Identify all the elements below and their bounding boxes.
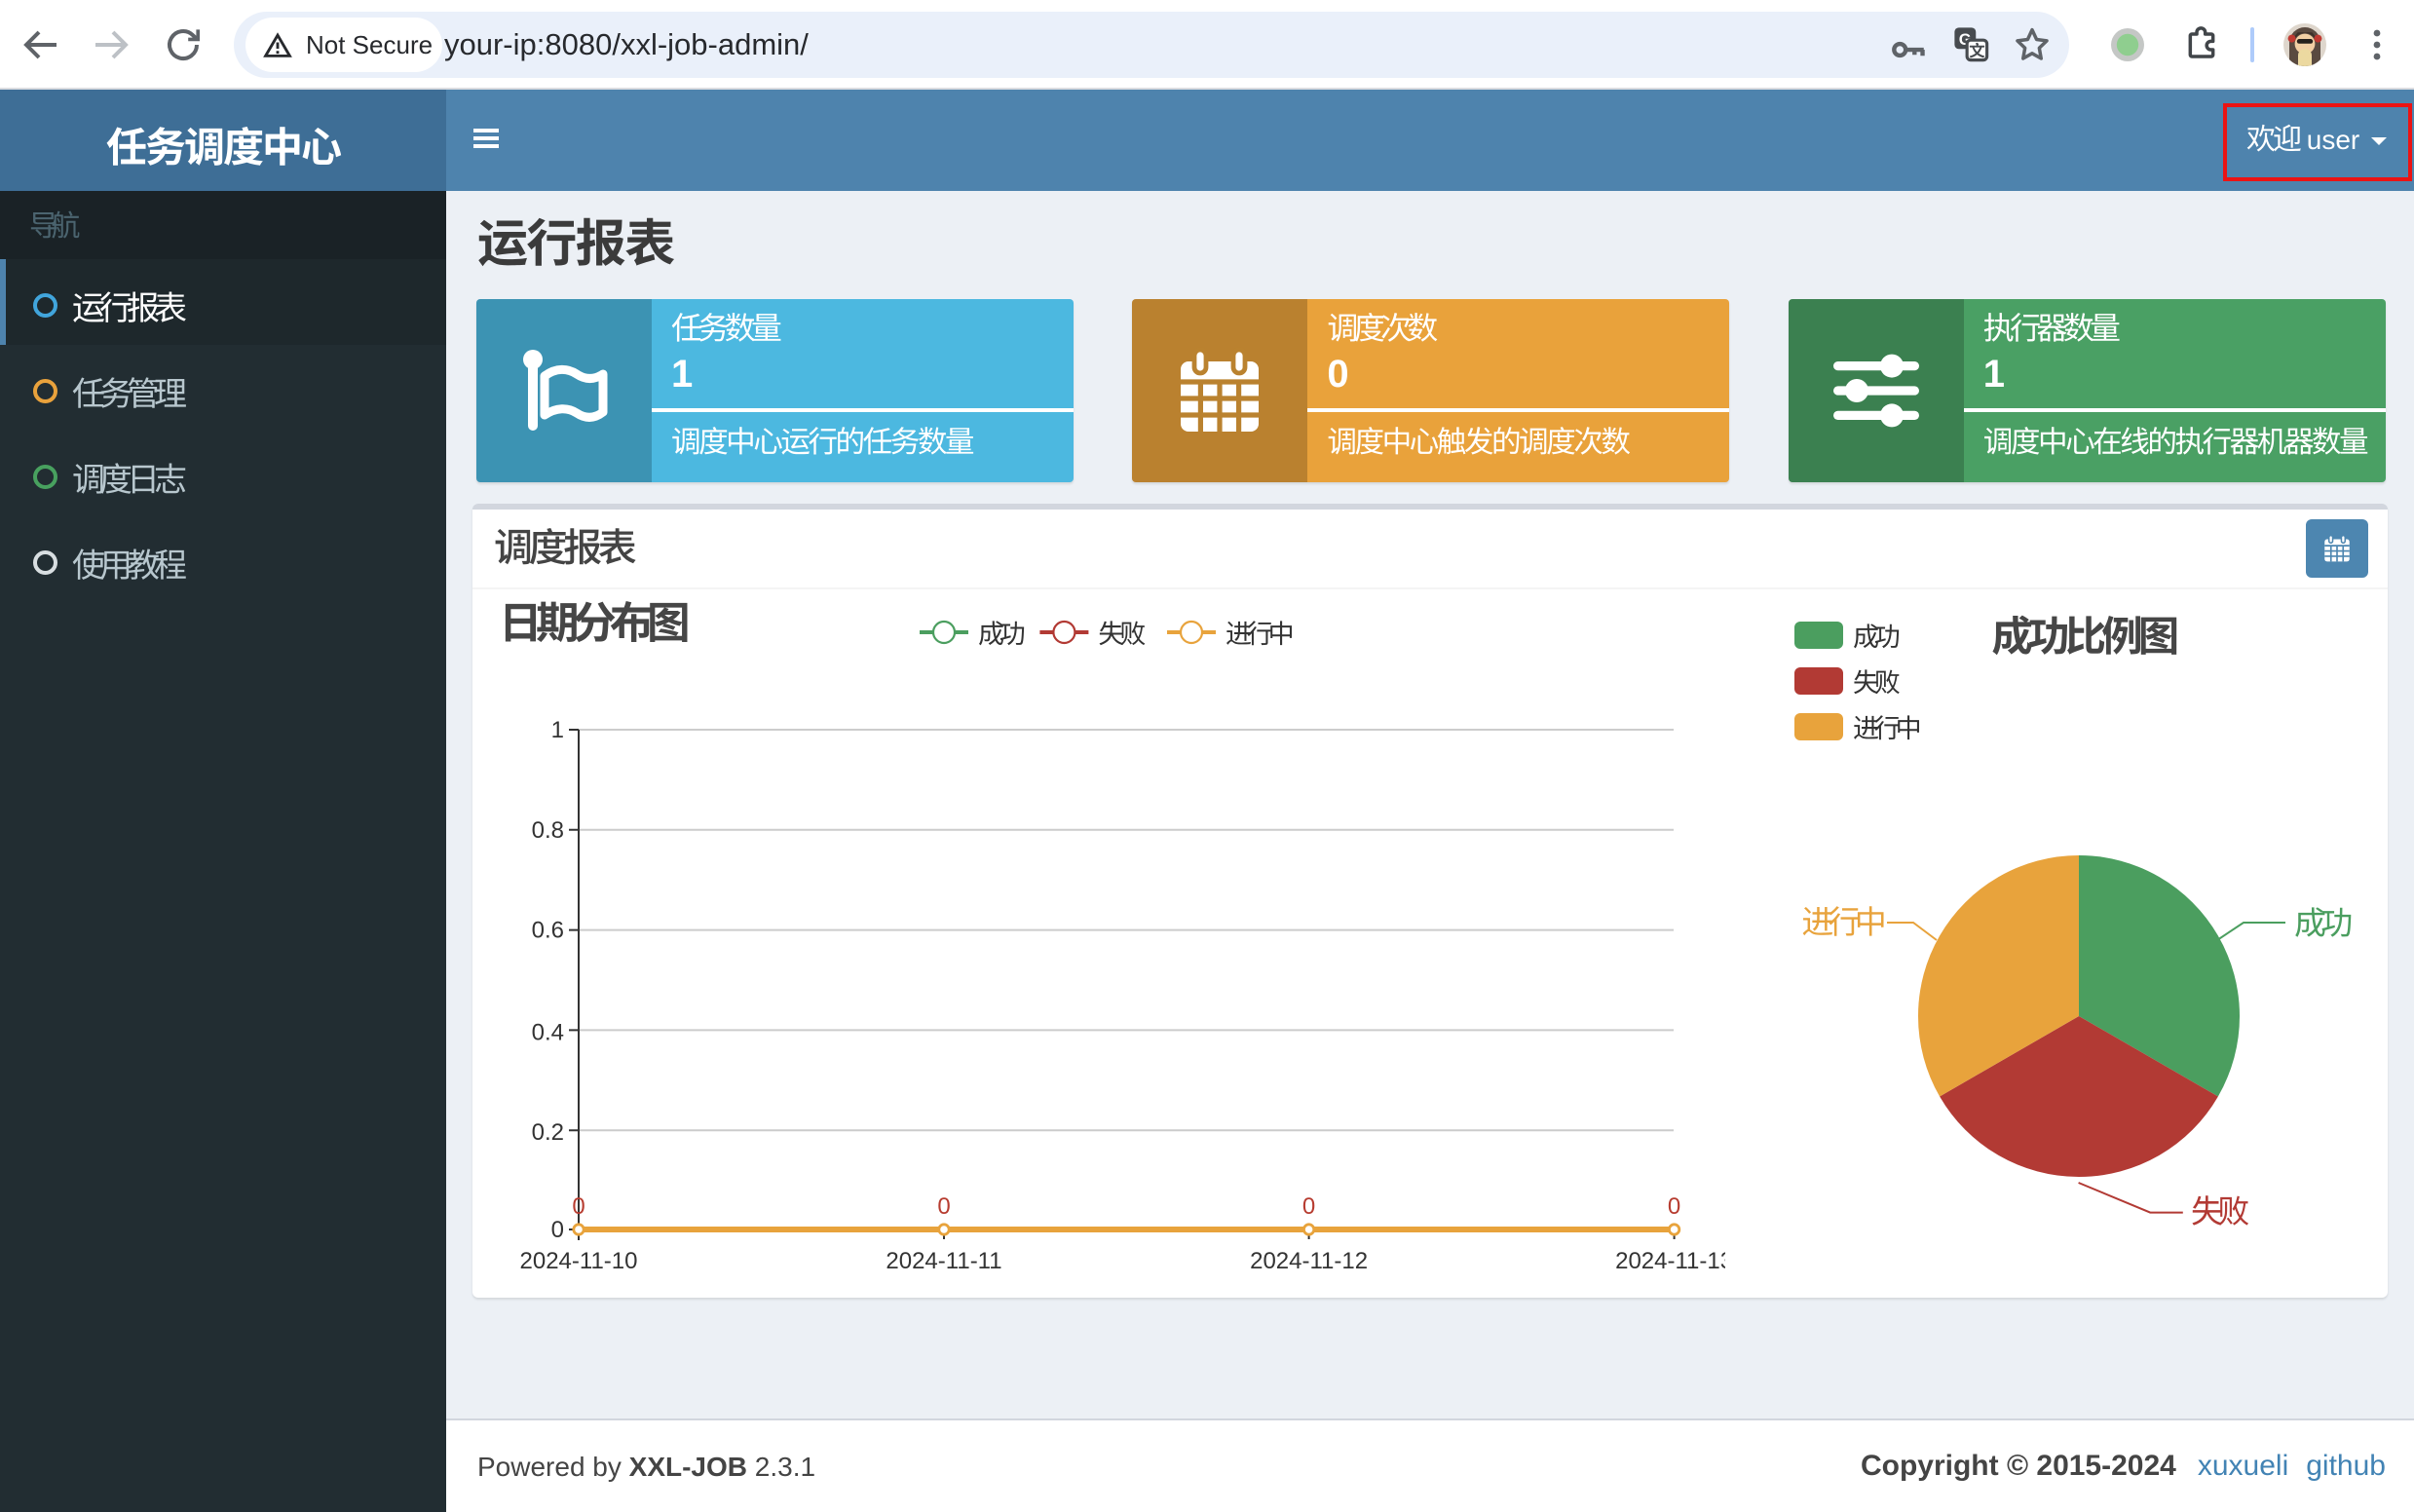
svg-text:成功: 成功 bbox=[2294, 905, 2352, 941]
svg-text:文: 文 bbox=[1969, 38, 1985, 61]
svg-text:失败: 失败 bbox=[2191, 1193, 2248, 1229]
svg-text:失败: 失败 bbox=[1098, 620, 1146, 649]
svg-text:0: 0 bbox=[1302, 1193, 1315, 1220]
svg-text:2024-11-13: 2024-11-13 bbox=[1615, 1248, 1725, 1274]
svg-text:0.8: 0.8 bbox=[532, 817, 564, 844]
svg-text:0: 0 bbox=[551, 1217, 564, 1243]
svg-text:成功比例图: 成功比例图 bbox=[1991, 614, 2176, 660]
svg-text:0: 0 bbox=[937, 1193, 950, 1220]
svg-text:1: 1 bbox=[551, 717, 564, 743]
svg-text:0.2: 0.2 bbox=[532, 1119, 564, 1146]
svg-text:2024-11-12: 2024-11-12 bbox=[1250, 1248, 1368, 1274]
svg-text:2024-11-11: 2024-11-11 bbox=[886, 1248, 1001, 1274]
svg-text:成功: 成功 bbox=[1853, 623, 1900, 652]
svg-text:0: 0 bbox=[1668, 1193, 1680, 1220]
svg-text:0: 0 bbox=[572, 1193, 585, 1220]
svg-text:日期分布图: 日期分布图 bbox=[499, 600, 688, 648]
svg-text:进行中: 进行中 bbox=[1853, 714, 1920, 743]
svg-text:进行中: 进行中 bbox=[1226, 620, 1293, 649]
svg-text:成功: 成功 bbox=[978, 620, 1025, 649]
svg-text:进行中: 进行中 bbox=[1801, 904, 1883, 940]
svg-text:2024-11-10: 2024-11-10 bbox=[520, 1248, 638, 1274]
svg-text:0.4: 0.4 bbox=[532, 1019, 564, 1045]
svg-text:0.6: 0.6 bbox=[532, 918, 564, 944]
svg-text:失败: 失败 bbox=[1853, 668, 1901, 698]
